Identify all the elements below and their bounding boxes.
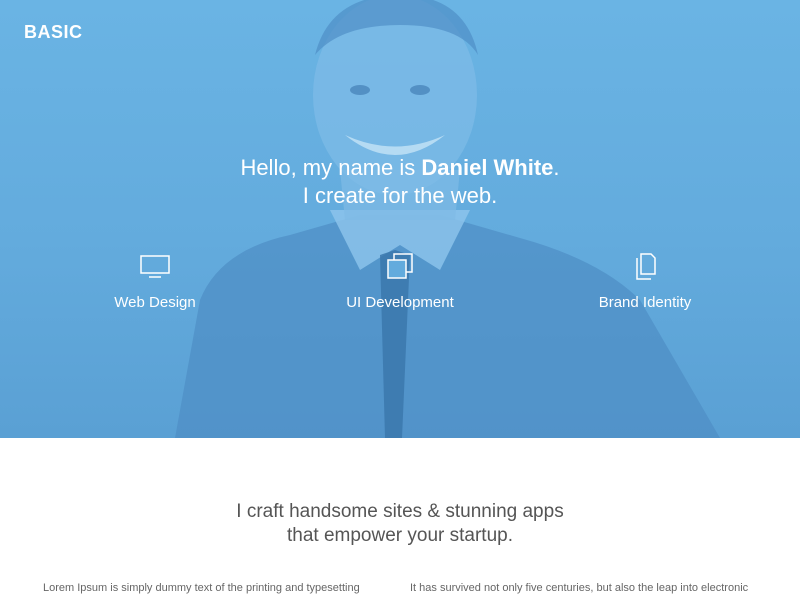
service-brand-identity[interactable]: Brand Identity: [545, 252, 745, 311]
intro-line-2: that empower your startup.: [287, 525, 513, 546]
column-text-left: Lorem Ipsum is simply dummy text of the …: [43, 582, 360, 594]
intro-line-1: I craft handsome sites & stunning apps: [236, 501, 564, 522]
hero-portrait: [175, 0, 720, 438]
person-name: Daniel White: [421, 155, 554, 180]
hero-section: BASIC Hello, my name is Daniel White. I …: [0, 0, 800, 438]
greeting-prefix: Hello, my name is: [240, 155, 416, 180]
column-text-right: It has survived not only five centuries,…: [410, 582, 749, 594]
service-label: Web Design: [114, 294, 196, 311]
stacked-squares-icon: [387, 253, 413, 279]
monitor-icon: [140, 255, 170, 278]
service-web-design[interactable]: Web Design: [55, 252, 255, 311]
intro-tagline: I craft handsome sites & stunning apps t…: [0, 500, 800, 548]
services-row: Web Design UI Development Brand Identity: [0, 252, 800, 322]
hero-headline: Hello, my name is Daniel White. I create…: [0, 154, 800, 210]
greeting-suffix: .: [553, 155, 560, 180]
brand-logo[interactable]: BASIC: [24, 22, 83, 43]
service-label: Brand Identity: [598, 294, 692, 311]
service-ui-development[interactable]: UI Development: [300, 252, 500, 311]
hero-subline: I create for the web.: [302, 183, 498, 208]
service-label: UI Development: [346, 294, 454, 311]
documents-icon: [636, 253, 656, 280]
hero-greeting: Hello, my name is Daniel White.: [0, 154, 800, 182]
